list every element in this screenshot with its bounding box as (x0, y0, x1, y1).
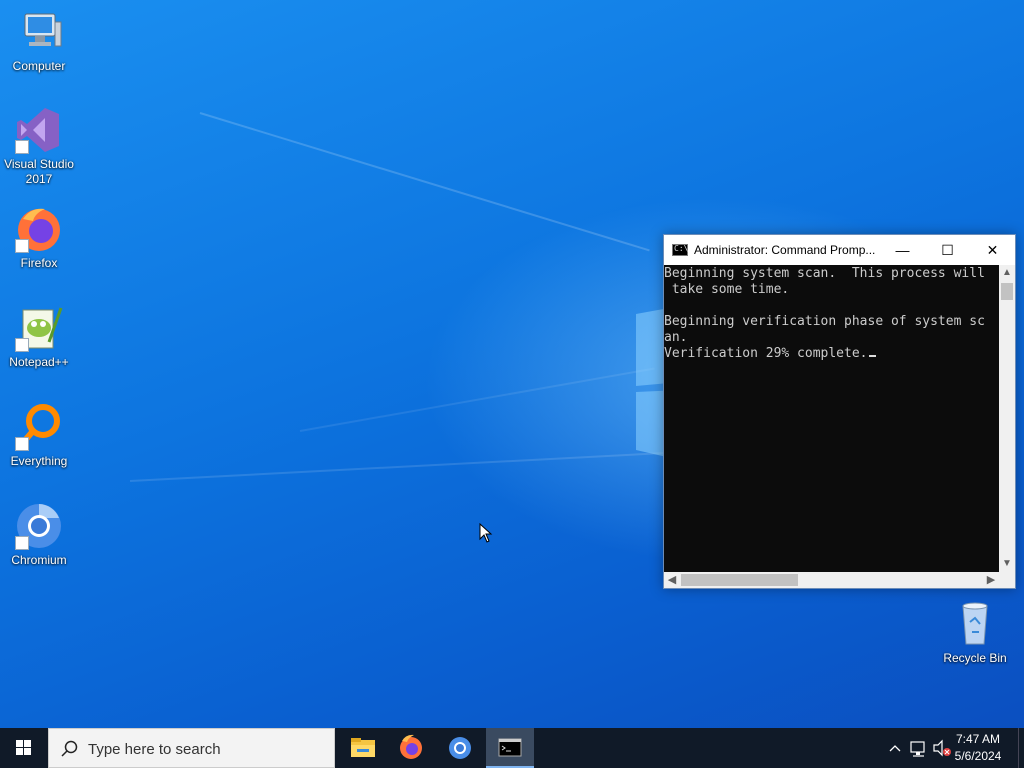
console-line: an. (664, 330, 688, 345)
console-line: Beginning system scan. This process will (664, 266, 985, 281)
tray-network[interactable] (908, 728, 930, 768)
visual-studio-icon (15, 106, 63, 154)
clock-date: 5/6/2024 (954, 749, 1002, 763)
vertical-scrollbar[interactable]: ▲ ▼ (999, 265, 1015, 572)
command-prompt-icon (498, 738, 522, 757)
horizontal-scrollbar[interactable]: ◀ ▶ (664, 572, 999, 588)
taskbar-firefox[interactable] (387, 728, 435, 768)
scroll-right-arrow-icon[interactable]: ▶ (983, 572, 999, 588)
vertical-scroll-thumb[interactable] (1001, 283, 1013, 300)
console-output[interactable]: Beginning system scan. This process will… (664, 265, 999, 573)
shortcut-arrow-icon (15, 437, 29, 451)
desktop-icon-computer[interactable]: Computer (0, 8, 78, 74)
taskbar: Type here to search 7:47 AM 5/6/2024 (0, 728, 1024, 768)
desktop-icon-firefox[interactable]: Firefox (0, 205, 78, 271)
window-titlebar[interactable]: C:\ Administrator: Command Promp... — ☐ … (664, 235, 1015, 265)
shortcut-arrow-icon (15, 239, 29, 253)
firefox-icon (400, 734, 422, 759)
desktop-icon-visual-studio[interactable]: Visual Studio 2017 (0, 106, 78, 187)
chromium-icon (15, 502, 63, 550)
text-cursor (868, 355, 876, 357)
taskbar-file-explorer[interactable] (338, 728, 386, 768)
computer-icon (15, 8, 63, 56)
maximize-button[interactable]: ☐ (925, 235, 970, 265)
taskbar-clock[interactable]: 7:47 AM 5/6/2024 (950, 731, 1006, 765)
taskbar-command-prompt[interactable] (486, 728, 534, 768)
desktop-icon-label: Firefox (20, 256, 58, 270)
wallpaper-beam (129, 451, 670, 482)
notepad-plus-plus-icon (15, 304, 63, 352)
show-desktop-button[interactable] (1018, 728, 1024, 768)
wallpaper-beam (199, 112, 650, 252)
shortcut-arrow-icon (15, 140, 29, 154)
desktop-icon-chromium[interactable]: Chromium (0, 502, 78, 568)
desktop-icon-label: Everything (10, 454, 68, 468)
recycle-bin-icon (951, 600, 999, 648)
desktop-icon-notepadpp[interactable]: Notepad++ (0, 304, 78, 370)
mouse-pointer-icon (479, 523, 493, 543)
desktop-icon-label: Visual Studio 2017 (4, 157, 74, 186)
console-line: Verification 29% complete. (664, 346, 868, 361)
desktop-icon-everything[interactable]: Everything (0, 403, 78, 469)
scrollbar-corner (999, 572, 1015, 588)
volume-muted-icon (933, 739, 951, 757)
wallpaper-beam (299, 367, 655, 432)
horizontal-scroll-thumb[interactable] (681, 574, 798, 586)
taskbar-chromium[interactable] (436, 728, 484, 768)
everything-search-icon (15, 403, 63, 451)
scroll-down-arrow-icon[interactable]: ▼ (999, 556, 1015, 572)
close-button[interactable]: ✕ (970, 235, 1015, 265)
search-placeholder: Type here to search (88, 741, 221, 758)
scroll-left-arrow-icon[interactable]: ◀ (664, 572, 680, 588)
window-title: Administrator: Command Promp... (694, 243, 876, 257)
desktop-icon-label: Notepad++ (9, 355, 69, 369)
scroll-up-arrow-icon[interactable]: ▲ (999, 265, 1015, 281)
command-prompt-window[interactable]: C:\ Administrator: Command Promp... — ☐ … (663, 234, 1016, 589)
desktop-icon-recycle-bin[interactable]: Recycle Bin (936, 600, 1014, 666)
shortcut-arrow-icon (15, 536, 29, 550)
shortcut-arrow-icon (15, 338, 29, 352)
clock-time: 7:47 AM (955, 732, 1001, 746)
firefox-icon (15, 205, 63, 253)
console-line-current: Verification 29% complete. (664, 346, 999, 362)
desktop-icon-label: Recycle Bin (943, 651, 1007, 665)
search-icon (61, 740, 78, 757)
desktop-icon-label: Computer (12, 59, 66, 73)
desktop-icon-label: Chromium (11, 553, 67, 567)
chromium-icon (449, 737, 471, 759)
file-explorer-icon (351, 738, 375, 757)
network-icon (910, 741, 925, 757)
console-line: take some time. (664, 282, 790, 297)
command-prompt-icon: C:\ (672, 244, 688, 256)
desktop[interactable]: Computer Visual Studio 2017 Firefox Note… (0, 0, 1024, 728)
console-line: Beginning verification phase of system s… (664, 314, 985, 329)
windows-start-icon (16, 740, 31, 755)
tray-show-hidden-icons[interactable] (886, 728, 904, 768)
minimize-button[interactable]: — (880, 235, 925, 265)
taskbar-search-box[interactable]: Type here to search (48, 728, 335, 768)
start-button[interactable] (0, 728, 48, 768)
chevron-up-icon (889, 745, 901, 752)
tray-volume[interactable] (932, 728, 952, 768)
